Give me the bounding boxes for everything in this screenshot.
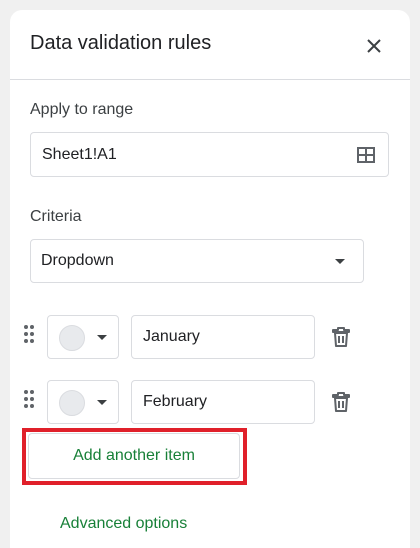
item-color-picker[interactable] bbox=[47, 380, 119, 424]
dropdown-caret-icon bbox=[335, 259, 345, 264]
item-value-input[interactable] bbox=[131, 315, 315, 359]
range-value: Sheet1!A1 bbox=[42, 145, 117, 163]
item-value-input[interactable] bbox=[131, 380, 315, 424]
data-validation-panel: Data validation rules Apply to range She… bbox=[10, 10, 410, 548]
close-button[interactable] bbox=[362, 34, 386, 58]
color-swatch bbox=[59, 390, 85, 416]
chevron-down-icon bbox=[97, 335, 107, 340]
drag-handle-icon[interactable] bbox=[24, 390, 38, 412]
chevron-down-icon bbox=[97, 400, 107, 405]
trash-icon[interactable] bbox=[329, 325, 353, 349]
trash-icon[interactable] bbox=[329, 390, 353, 414]
criteria-dropdown[interactable]: Dropdown bbox=[30, 239, 364, 283]
drag-handle-icon[interactable] bbox=[24, 325, 38, 347]
criteria-selected: Dropdown bbox=[41, 252, 114, 269]
criteria-label: Criteria bbox=[30, 208, 82, 225]
close-icon bbox=[367, 39, 381, 53]
color-swatch bbox=[59, 325, 85, 351]
item-color-picker[interactable] bbox=[47, 315, 119, 359]
add-another-item-button[interactable]: Add another item bbox=[28, 433, 240, 479]
header-divider bbox=[10, 79, 410, 80]
list-item bbox=[24, 315, 394, 359]
range-input[interactable]: Sheet1!A1 bbox=[30, 132, 389, 177]
advanced-options-link[interactable]: Advanced options bbox=[60, 515, 187, 533]
list-item bbox=[24, 380, 394, 424]
panel-title: Data validation rules bbox=[30, 32, 212, 54]
grid-select-icon[interactable] bbox=[356, 145, 376, 165]
apply-range-label: Apply to range bbox=[30, 101, 134, 118]
